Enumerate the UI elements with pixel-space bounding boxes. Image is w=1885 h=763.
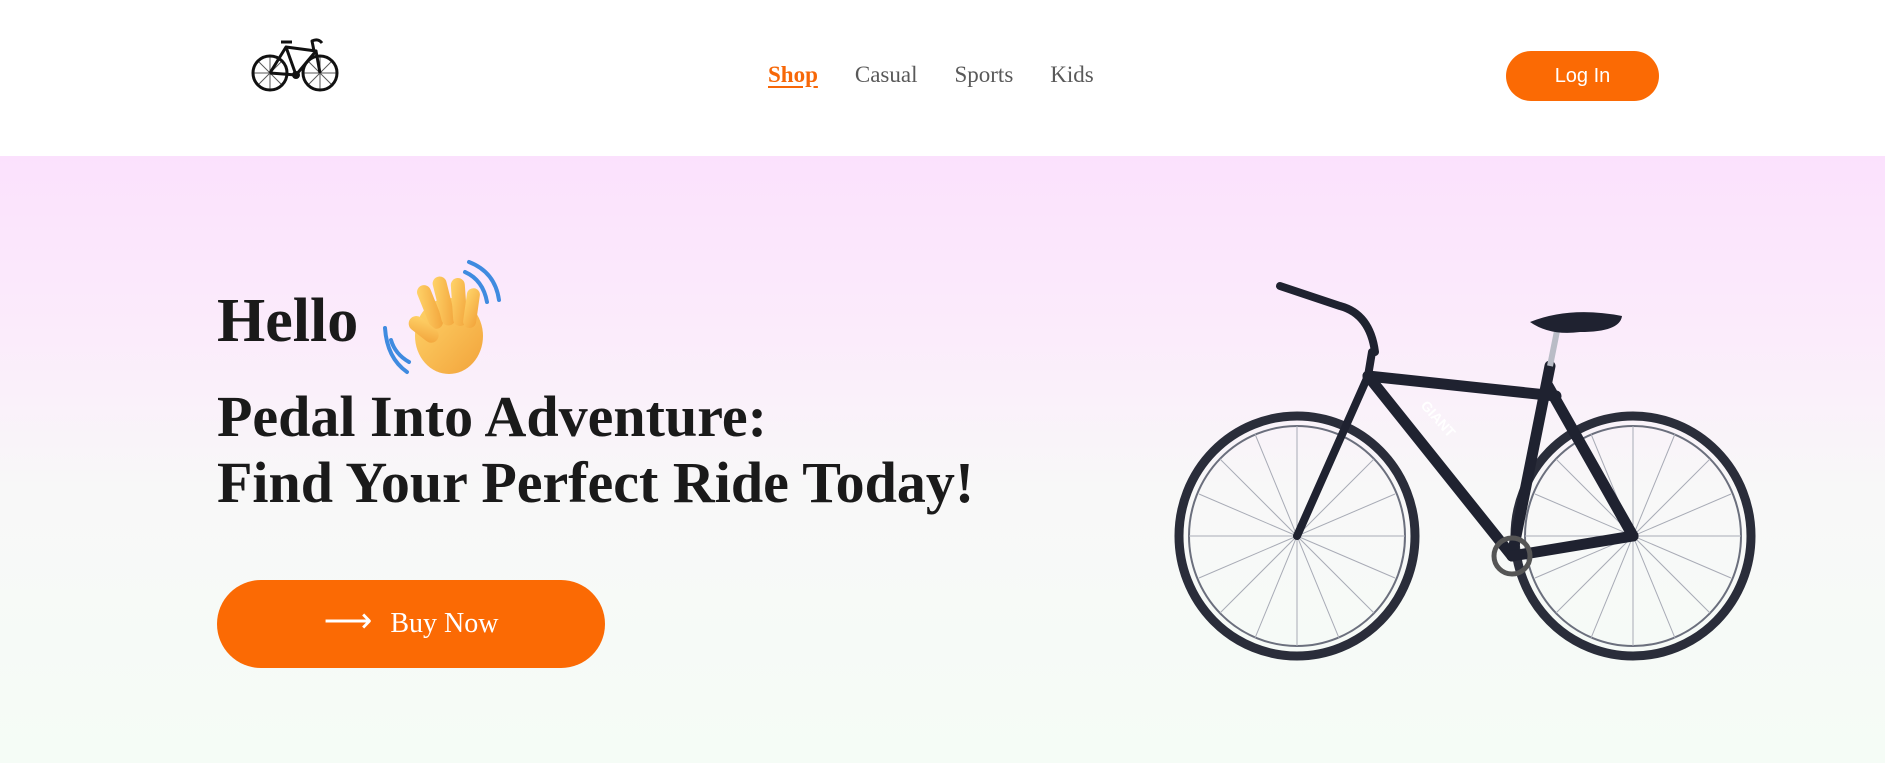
buy-now-button[interactable]: ⟶ Buy Now bbox=[217, 580, 605, 668]
bicycle-photo: GIANT bbox=[1170, 266, 1780, 666]
nav-link-sports[interactable]: Sports bbox=[954, 60, 1013, 90]
main-nav: Shop Casual Sports Kids bbox=[768, 60, 1094, 90]
bicycle-logo-icon[interactable] bbox=[250, 33, 340, 93]
bike-frame-brand: GIANT bbox=[1418, 397, 1459, 440]
buy-now-label: Buy Now bbox=[390, 608, 499, 639]
headline-line-2: Find Your Perfect Ride Today! bbox=[217, 450, 975, 515]
hero-section: Hello Pedal Into Adventure: Find Your Pe… bbox=[0, 156, 1885, 763]
headline-line-1: Pedal Into Adventure: bbox=[217, 384, 767, 449]
waving-hand-icon bbox=[383, 258, 508, 383]
nav-link-kids[interactable]: Kids bbox=[1050, 60, 1093, 90]
nav-link-shop[interactable]: Shop bbox=[768, 60, 818, 90]
login-button[interactable]: Log In bbox=[1506, 51, 1659, 101]
greeting-heading: Hello bbox=[217, 287, 359, 355]
site-header: Shop Casual Sports Kids Log In bbox=[0, 0, 1885, 156]
hero-headline: Pedal Into Adventure: Find Your Perfect … bbox=[217, 384, 974, 516]
nav-link-casual[interactable]: Casual bbox=[855, 60, 918, 90]
arrow-right-icon: ⟶ bbox=[323, 603, 373, 640]
